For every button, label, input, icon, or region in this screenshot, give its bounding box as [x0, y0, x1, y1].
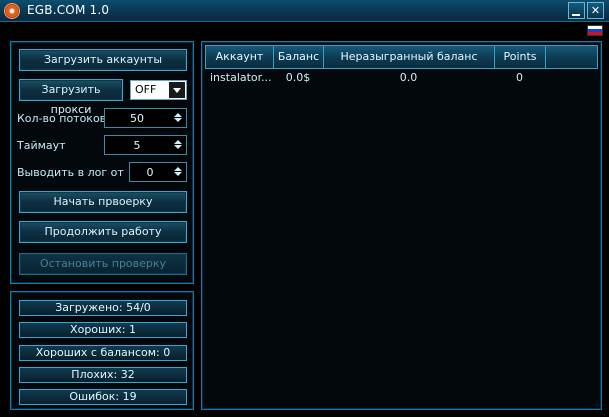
good-with-balance-count: Хороших с балансом: 0 [19, 345, 187, 361]
chevron-down-icon[interactable] [169, 82, 185, 98]
threads-label: Кол-во потоков [17, 112, 107, 125]
decrement-icon[interactable] [172, 171, 184, 179]
window-title: EGB.COM 1.0 [27, 3, 110, 17]
proxy-mode-value: OFF [135, 83, 157, 96]
proxy-mode-select[interactable]: OFF [130, 80, 187, 100]
column-header-account[interactable]: Аккаунт [206, 46, 274, 68]
cell-unplayed-balance: 0.0 [399, 71, 418, 84]
table-row[interactable]: instalator... 0.0$ 0.0 0 [205, 70, 598, 86]
column-header-empty[interactable] [546, 46, 597, 68]
cell-points: 0 [516, 71, 523, 84]
column-header-points[interactable]: Points [495, 46, 546, 68]
good-count: Хороших: 1 [19, 322, 187, 338]
close-button[interactable]: ✕ [587, 2, 604, 19]
threads-value[interactable]: 50 [105, 112, 169, 125]
stop-check-button[interactable]: Остановить проверку [19, 253, 187, 275]
decrement-icon[interactable] [172, 144, 184, 152]
title-bar: EGB.COM 1.0 ✕ [0, 0, 609, 22]
stats-panel: Загружено: 54/0 Хороших: 1 Хороших с бал… [10, 291, 194, 410]
column-header-balance[interactable]: Баланс [274, 46, 324, 68]
continue-work-button[interactable]: Продолжить работу [19, 221, 187, 243]
decrement-icon[interactable] [172, 117, 184, 125]
timeout-value[interactable]: 5 [105, 139, 169, 152]
table-header: Аккаунт Баланс Неразыгранный баланс Poin… [205, 45, 598, 69]
control-panel: Загрузить аккаунты Загрузить прокси OFF … [10, 41, 194, 284]
log-from-value[interactable]: 0 [130, 166, 170, 179]
language-flag-icon[interactable] [587, 25, 603, 36]
timeout-label: Таймаут [17, 139, 66, 152]
accounts-table[interactable]: Аккаунт Баланс Неразыгранный баланс Poin… [201, 41, 602, 410]
load-proxy-button[interactable]: Загрузить прокси [19, 79, 123, 116]
start-check-button[interactable]: Начать првоерку [19, 191, 187, 213]
load-accounts-button[interactable]: Загрузить аккаунты [19, 49, 187, 71]
cell-account: instalator... [210, 71, 272, 84]
app-logo-icon [4, 3, 20, 19]
log-from-stepper[interactable]: 0 [129, 162, 187, 182]
minimize-button[interactable] [568, 2, 585, 19]
errors-count: Ошибок: 19 [19, 389, 187, 405]
cell-empty [545, 70, 598, 86]
cell-balance: 0.0$ [285, 71, 311, 84]
column-header-unplayed-balance[interactable]: Неразыгранный баланс [324, 46, 495, 68]
loaded-count: Загружено: 54/0 [19, 300, 187, 316]
log-from-label: Выводить в лог от [17, 166, 124, 179]
threads-stepper[interactable]: 50 [104, 108, 187, 128]
bad-count: Плохих: 32 [19, 367, 187, 383]
timeout-stepper[interactable]: 5 [104, 135, 187, 155]
